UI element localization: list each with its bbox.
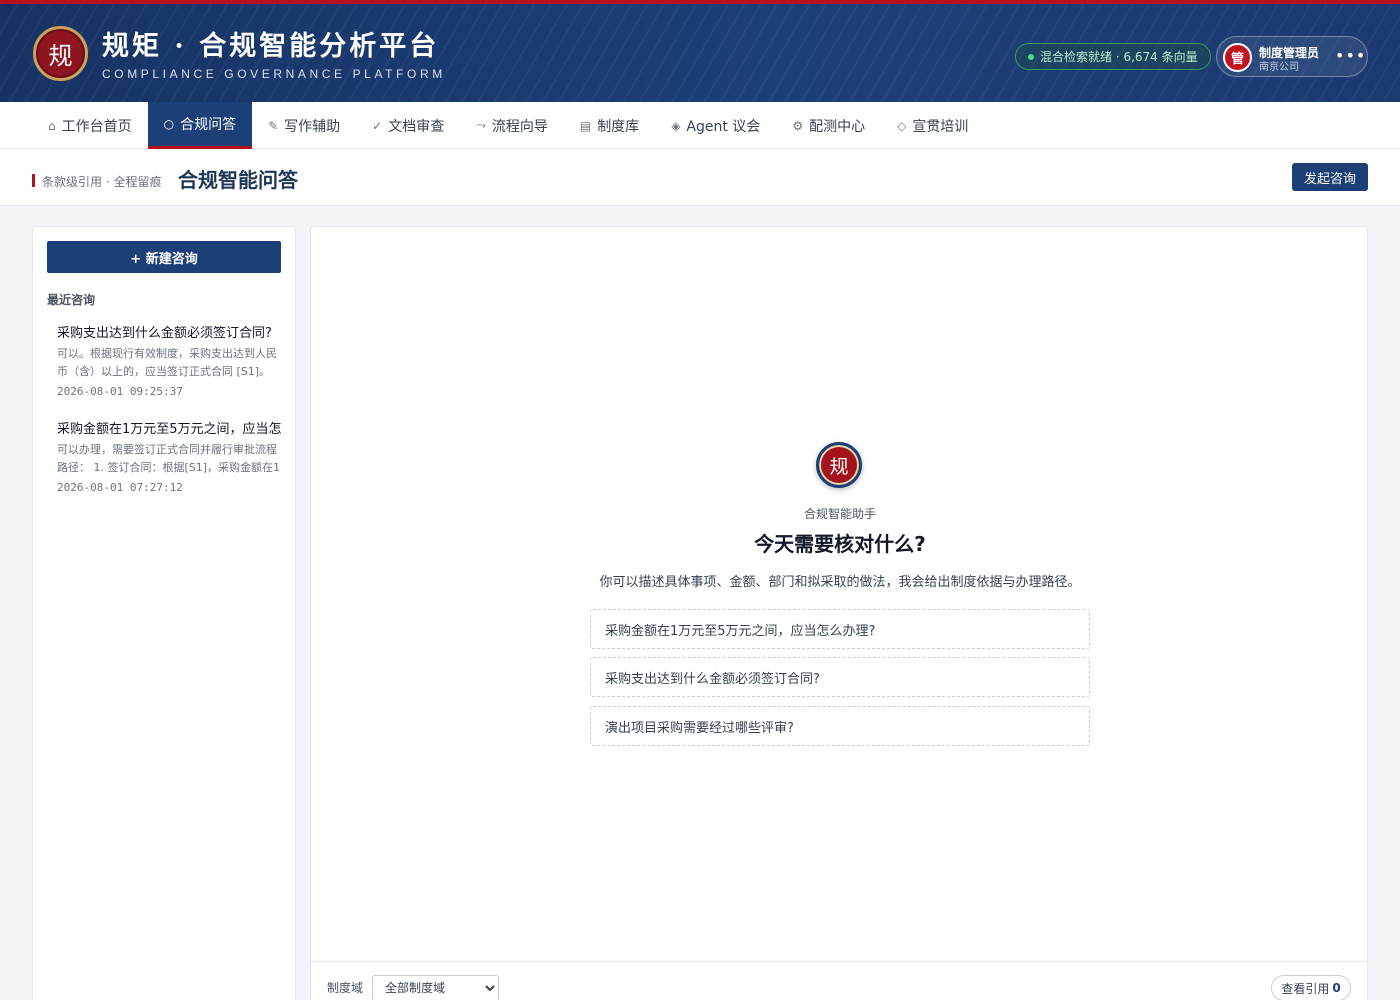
nav-item-label: 宣贯培训 <box>912 118 969 135</box>
view-citations-button[interactable]: 查看引用 0 <box>1271 975 1351 1000</box>
welcome-description: 你可以描述具体事项、金额、部门和拟采取的做法，我会给出制度依据与办理路径。 <box>599 575 1081 590</box>
nav-item-training[interactable]: ◇ 宣贯培训 <box>881 102 984 149</box>
welcome-headline: 今天需要核对什么? <box>754 532 926 556</box>
more-options-icon[interactable]: ••• <box>1335 46 1366 65</box>
nav-item-label: 合规问答 <box>180 117 237 133</box>
nav-item-label: 工作台首页 <box>61 118 132 135</box>
home-icon: ⌂ <box>48 118 56 133</box>
diamond-icon: ◈ <box>671 118 681 133</box>
library-icon: ▤ <box>579 118 592 133</box>
new-consult-button[interactable]: + 新建咨询 <box>47 241 281 273</box>
retrieval-status-badge: 混合检索就绪 · 6,674 条向量 <box>1015 43 1211 70</box>
nav-item-home[interactable]: ⌂ 工作台首页 <box>32 102 148 149</box>
suggested-question[interactable]: 演出项目采购需要经过哪些评审? <box>590 706 1090 746</box>
main-nav: ⌂ 工作台首页 ○ 合规问答 ✎ 写作辅助 ✓ 文档审查 ⤳ 流程向导 ▤ 制度… <box>0 102 1400 149</box>
nav-item-doc-review[interactable]: ✓ 文档审查 <box>356 102 460 149</box>
citations-label: 查看引用 <box>1281 981 1330 996</box>
app-header: 规 规矩 · 合规智能分析平台 COMPLIANCE GOVERNANCE PL… <box>0 0 1400 102</box>
chat-panel: 规 合规智能助手 今天需要核对什么? 你可以描述具体事项、金额、部门和拟采取的做… <box>310 226 1368 1000</box>
user-org: 南京公司 <box>1259 62 1299 73</box>
domain-label: 制度域 <box>327 981 364 995</box>
pencil-icon: ✎ <box>268 118 279 133</box>
suggested-question[interactable]: 采购金额在1万元至5万元之间，应当怎么办理? <box>590 609 1090 649</box>
nav-item-label: Agent 议会 <box>686 118 761 135</box>
assistant-name: 合规智能助手 <box>803 507 876 521</box>
suggested-question[interactable]: 采购支出达到什么金额必须签订合同? <box>590 657 1090 697</box>
nav-item-label: 文档审查 <box>388 118 445 135</box>
nav-item-compliance-qa[interactable]: ○ 合规问答 <box>147 102 253 149</box>
user-menu[interactable]: 管 制度管理员 南京公司 ••• <box>1216 36 1368 77</box>
flow-arrow-icon: ⤳ <box>476 118 486 132</box>
nav-item-label: 配测中心 <box>809 118 866 135</box>
retrieval-status-text: 混合检索就绪 · 6,674 条向量 <box>1040 50 1198 64</box>
nav-item-label: 写作辅助 <box>284 118 341 135</box>
nav-item-process-guide[interactable]: ⤳ 流程向导 <box>460 102 564 149</box>
start-consult-button[interactable]: 发起咨询 <box>1292 163 1368 191</box>
history-question: 采购支出达到什么金额必须签订合同? <box>57 326 272 341</box>
recent-section-title: 最近咨询 <box>47 293 96 307</box>
logo-seal-icon: 规 <box>33 26 88 81</box>
nav-item-policy-library[interactable]: ▤ 制度库 <box>564 102 655 149</box>
assistant-seal-icon: 规 <box>816 442 862 488</box>
history-question: 采购金额在1万元至5万元之间，应当怎么办理? <box>57 422 282 437</box>
circle-icon: ○ <box>163 117 175 131</box>
history-timestamp: 2026-08-01 09:25:37 <box>57 385 183 398</box>
page-header: 条款级引用 · 全程留痕 合规智能问答 发起咨询 <box>0 149 1400 206</box>
check-icon: ✓ <box>372 118 383 133</box>
history-timestamp: 2026-08-01 07:27:12 <box>57 481 183 494</box>
list-item[interactable]: 采购金额在1万元至5万元之间，应当怎么办理? 可以办理，需要签订正式合同并履行审… <box>57 421 282 494</box>
nav-item-label: 制度库 <box>597 118 640 135</box>
status-dot-icon <box>1028 53 1034 60</box>
divider <box>311 961 1367 962</box>
history-answer-preview: 可以。根据现行有效制度，采购支出达到人民币（含）以上的，应当签订正式合同 [S1… <box>57 347 277 378</box>
app-subtitle: COMPLIANCE GOVERNANCE PLATFORM <box>102 67 446 81</box>
avatar: 管 <box>1223 43 1252 72</box>
citations-count: 0 <box>1332 981 1341 995</box>
gear-icon: ⚙ <box>792 118 804 133</box>
domain-select[interactable]: 全部制度域 <box>372 975 499 1000</box>
nav-item-config-center[interactable]: ⚙ 配测中心 <box>776 102 881 149</box>
list-item[interactable]: 采购支出达到什么金额必须签订合同? 可以。根据现行有效制度，采购支出达到人民币（… <box>57 325 282 398</box>
page-title: 合规智能问答 <box>178 168 298 192</box>
nav-item-agent-council[interactable]: ◈ Agent 议会 <box>655 102 776 149</box>
app-title: 规矩 · 合规智能分析平台 <box>102 31 440 62</box>
nav-item-label: 流程向导 <box>491 118 548 135</box>
accent-bar <box>32 174 35 187</box>
history-sidebar: + 新建咨询 最近咨询 采购支出达到什么金额必须签订合同? 可以。根据现行有效制… <box>32 226 296 1000</box>
breadcrumb: 条款级引用 · 全程留痕 <box>42 175 162 189</box>
history-answer-preview: 可以办理，需要签订正式合同并履行审批流程路径： 1. 签订合同：根据[S1]，采… <box>57 443 281 474</box>
diamond-outline-icon: ◇ <box>897 118 907 133</box>
nav-item-writing-assist[interactable]: ✎ 写作辅助 <box>252 102 356 149</box>
